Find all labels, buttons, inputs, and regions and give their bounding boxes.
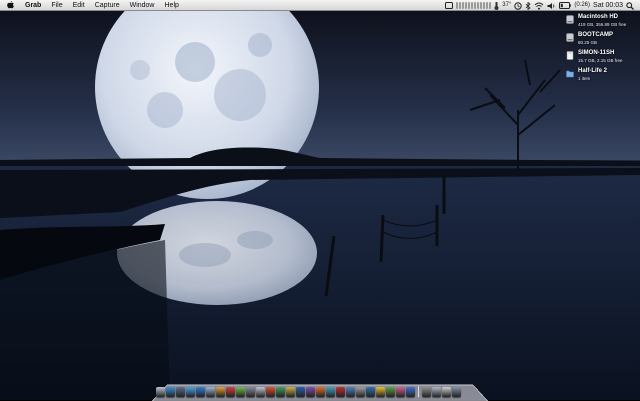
volume-name: Macintosh HD: [578, 14, 619, 20]
dock-app-icon[interactable]: [156, 387, 165, 397]
dock-app-icon[interactable]: [266, 387, 275, 397]
app-menu-grab[interactable]: Grab: [20, 0, 46, 11]
dock-app-icon[interactable]: [236, 387, 245, 397]
internal-drive-icon: [566, 15, 574, 24]
dock-app-icon[interactable]: [396, 387, 405, 397]
dock-app-icon[interactable]: [452, 387, 461, 397]
dock-app-icon[interactable]: [226, 387, 235, 397]
dock-icon-row: [156, 384, 486, 397]
dock-app-icon[interactable]: [316, 387, 325, 397]
dock-app-icon[interactable]: [196, 387, 205, 397]
folder-half-life-2[interactable]: Half-Life 2 1 item: [566, 68, 638, 85]
dock-app-icon[interactable]: [286, 387, 295, 397]
dock-app-icon[interactable]: [386, 387, 395, 397]
menu-capture[interactable]: Capture: [90, 0, 125, 11]
spotlight-search-icon[interactable]: [626, 1, 634, 10]
menu-edit[interactable]: Edit: [68, 0, 90, 11]
dock-app-icon[interactable]: [216, 387, 225, 397]
volume-info: 419 GB, 356.89 GB free: [578, 22, 627, 27]
dock-app-icon[interactable]: [432, 387, 441, 397]
dock-app-icon[interactable]: [276, 387, 285, 397]
dock-app-icon[interactable]: [442, 387, 451, 397]
dock-app-icon[interactable]: [356, 387, 365, 397]
dock-app-icon[interactable]: [186, 387, 195, 397]
dock-app-icon[interactable]: [406, 387, 415, 397]
menu-help[interactable]: Help: [160, 0, 184, 11]
dock-app-icon[interactable]: [366, 387, 375, 397]
dock-app-icon[interactable]: [176, 387, 185, 397]
dock-divider: [418, 386, 419, 397]
dock-app-icon[interactable]: [422, 387, 431, 397]
internal-drive-icon: [566, 33, 574, 42]
dock-app-icon[interactable]: [376, 387, 385, 397]
volume-name: SIMON-11SH: [578, 50, 615, 56]
dock-app-icon[interactable]: [296, 387, 305, 397]
thermometer-icon: [494, 1, 499, 10]
menu-bar: Grab File Edit Capture Window Help 37° (…: [0, 0, 640, 11]
volume-name: BOOTCAMP: [578, 32, 613, 38]
temperature-readout[interactable]: 37°: [502, 0, 511, 11]
volume-simon-11sh[interactable]: SIMON-11SH 15.7 GB, 2.15 GB free: [566, 50, 638, 67]
menu-clock[interactable]: Sat 00:03: [593, 0, 623, 11]
volume-info: 80.25 GB: [578, 40, 598, 45]
folder-icon: [566, 70, 574, 78]
apple-menu-icon[interactable]: [7, 1, 14, 9]
volume-info: 15.7 GB, 2.15 GB free: [578, 58, 623, 63]
dock-app-icon[interactable]: [246, 387, 255, 397]
dock-app-icon[interactable]: [306, 387, 315, 397]
folder-info: 1 item: [578, 76, 591, 81]
cpu-meter-icon[interactable]: [456, 2, 492, 10]
wifi-icon[interactable]: [534, 2, 544, 10]
volume-macintosh-hd[interactable]: Macintosh HD 419 GB, 356.89 GB free: [566, 14, 638, 31]
battery-time-readout[interactable]: (0:26): [574, 0, 590, 11]
dropbox-icon[interactable]: [445, 2, 454, 9]
dock-app-icon[interactable]: [326, 387, 335, 397]
dock-app-icon[interactable]: [336, 387, 345, 397]
dock-app-icon[interactable]: [346, 387, 355, 397]
time-machine-icon[interactable]: [514, 1, 523, 10]
volume-icon[interactable]: [547, 2, 556, 10]
dock-app-icon[interactable]: [256, 387, 265, 397]
dock-app-icon[interactable]: [166, 387, 175, 397]
battery-icon[interactable]: [559, 2, 572, 9]
menu-file[interactable]: File: [46, 0, 67, 11]
bluetooth-icon[interactable]: [525, 1, 531, 10]
dock-app-icon[interactable]: [206, 387, 215, 397]
desktop-wallpaper: [0, 0, 640, 400]
menu-window[interactable]: Window: [125, 0, 160, 11]
volume-bootcamp[interactable]: BOOTCAMP 80.25 GB: [566, 32, 638, 49]
external-drive-icon: [566, 51, 574, 60]
folder-name: Half-Life 2: [578, 68, 608, 74]
desktop-volume-list: Macintosh HD 419 GB, 356.89 GB free BOOT…: [566, 14, 638, 86]
